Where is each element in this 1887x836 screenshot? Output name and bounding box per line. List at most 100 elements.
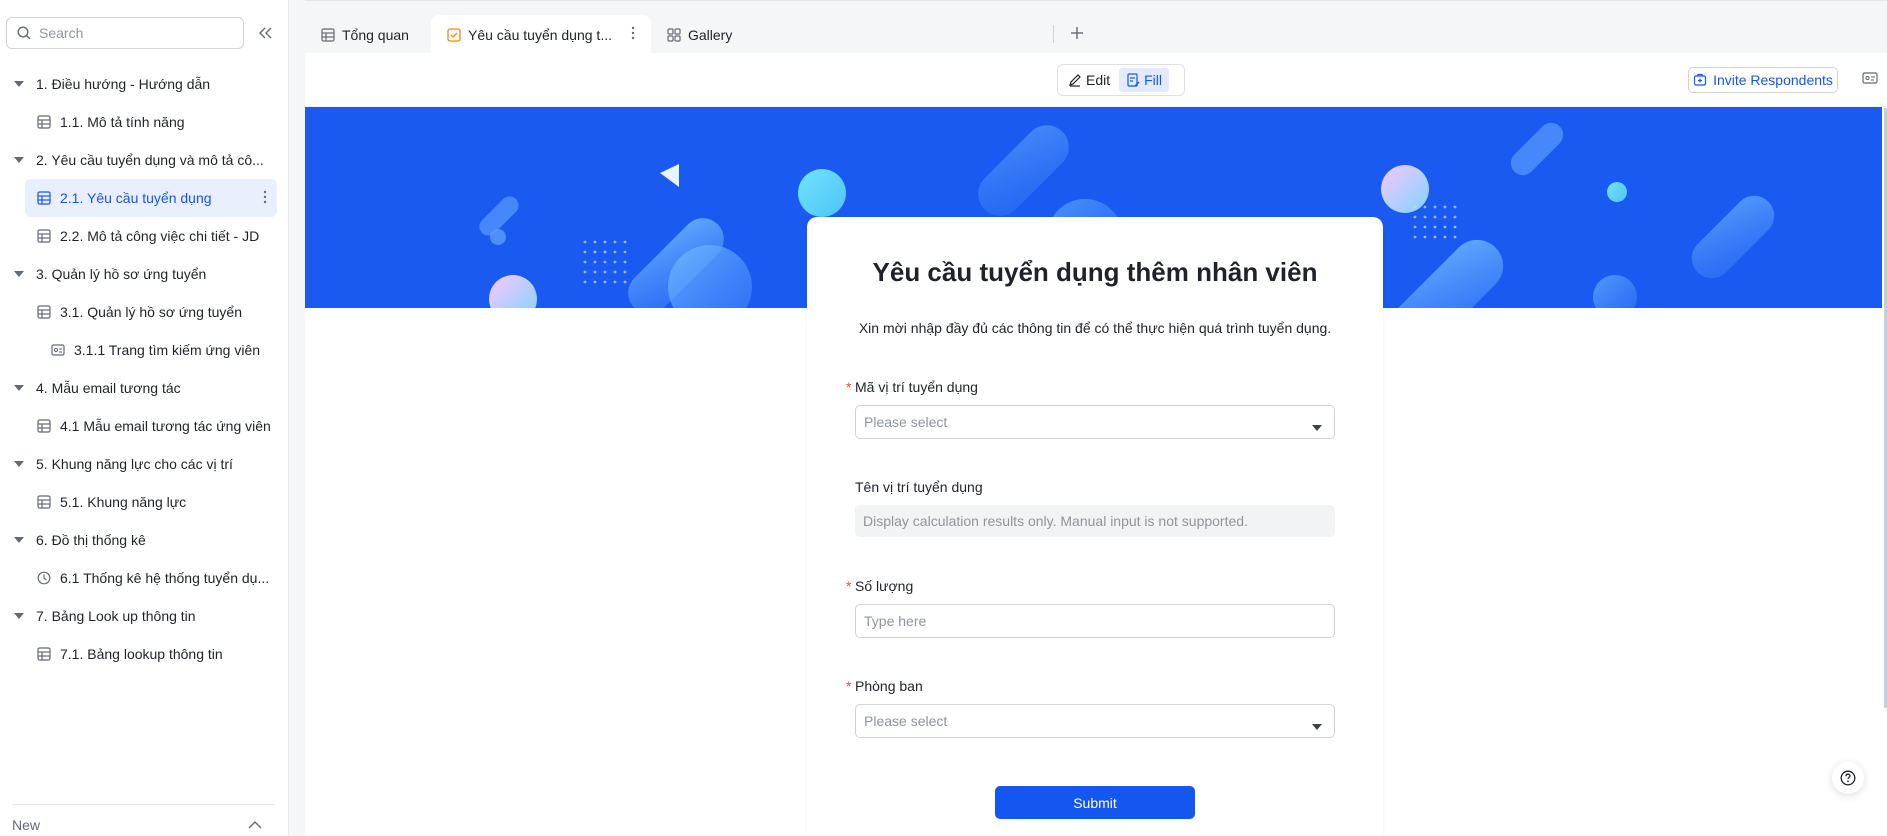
- tab-label: Yêu cầu tuyển dụng t...: [468, 26, 612, 43]
- mode-switch: Edit Fill: [1057, 64, 1185, 96]
- ten-vi-tri-readonly: Display calculation results only. Manual…: [855, 505, 1335, 537]
- table-icon: [37, 229, 51, 243]
- phong-ban-select[interactable]: Please select: [855, 704, 1335, 738]
- tree-item-label: 3.1.1 Trang tìm kiếm ứng viên: [74, 342, 261, 358]
- tab-yeu-cau-tuyen-dung[interactable]: Yêu cầu tuyển dụng t...: [431, 15, 651, 54]
- caret-down-icon[interactable]: [14, 461, 26, 467]
- tab-divider: [1053, 25, 1054, 43]
- caret-down-icon[interactable]: [14, 385, 26, 391]
- caret-down-icon[interactable]: [14, 613, 26, 619]
- tree-item-quan-ly-ho-so[interactable]: 3.1. Quản lý hồ sơ ứng tuyển: [0, 293, 289, 331]
- fill-label: Fill: [1144, 72, 1163, 88]
- edit-mode-button[interactable]: Edit: [1061, 68, 1117, 92]
- form-view: Edit Fill Invite Respondents Yêu cầu tuy…: [305, 53, 1887, 836]
- form-icon: [37, 191, 51, 205]
- table-icon: [37, 419, 51, 433]
- form-toolbar: Edit Fill Invite Respondents: [305, 53, 1887, 107]
- gallery-icon: [667, 27, 681, 42]
- navigation-tree: 1. Điều hướng - Hướng dẫn 1.1. Mô tả tín…: [0, 65, 289, 673]
- tree-item-label: 5.1. Khung năng lực: [60, 494, 187, 510]
- more-options-icon[interactable]: [263, 190, 267, 207]
- required-marker: *: [846, 678, 852, 694]
- tree-group-6[interactable]: 6. Đồ thị thống kê: [0, 521, 289, 559]
- invite-respondents-button[interactable]: Invite Respondents: [1688, 67, 1838, 93]
- form-card: Yêu cầu tuyển dụng thêm nhân viên Xin mờ…: [807, 217, 1383, 836]
- field-label-phong-ban: * Phòng ban: [846, 678, 923, 694]
- table-icon: [37, 647, 51, 661]
- fill-form-icon: [1127, 73, 1140, 87]
- tree-item-label: 2.2. Mô tả công việc chi tiết - JD: [60, 228, 260, 244]
- caret-down-icon[interactable]: [14, 537, 26, 543]
- field-label-ma-vi-tri: * Mã vị trí tuyển dụng: [846, 379, 978, 395]
- table-icon: [37, 305, 51, 319]
- so-luong-field[interactable]: [855, 604, 1335, 638]
- search-box[interactable]: [6, 17, 244, 49]
- sidebar: 1. Điều hướng - Hướng dẫn 1.1. Mô tả tín…: [0, 0, 289, 836]
- tab-more-icon[interactable]: [631, 26, 635, 43]
- tree-item-label: 5. Khung năng lực cho các vị trí: [36, 456, 233, 472]
- sidebar-new-section[interactable]: New: [12, 804, 274, 836]
- tab-gallery[interactable]: Gallery: [651, 15, 748, 54]
- required-marker: *: [846, 578, 852, 594]
- tree-item-mo-ta-tinh-nang[interactable]: 1.1. Mô tả tính năng: [0, 103, 289, 141]
- submit-button[interactable]: Submit: [995, 786, 1195, 819]
- tree-item-label: 2. Yêu cầu tuyển dụng và mô tả cô...: [36, 152, 264, 168]
- caret-down-icon: [1312, 418, 1322, 434]
- so-luong-input[interactable]: [864, 613, 1326, 629]
- tree-item-label: 6. Đồ thị thống kê: [36, 532, 146, 548]
- tree-group-3[interactable]: 3. Quản lý hồ sơ ứng tuyển: [0, 255, 289, 293]
- field-label-ten-vi-tri: Tên vị trí tuyển dụng: [855, 479, 983, 495]
- tree-item-label: 1.1. Mô tả tính năng: [60, 114, 185, 130]
- tree-item-mo-ta-cong-viec[interactable]: 2.2. Mô tả công việc chi tiết - JD: [0, 217, 289, 255]
- tree-item-label: 7. Bảng Look up thông tin: [36, 608, 196, 624]
- tab-bar: Tổng quan Yêu cầu tuyển dụng t... Galler…: [305, 0, 1887, 54]
- tree-item-label: 4. Mẫu email tương tác: [36, 380, 181, 396]
- new-label: New: [12, 816, 41, 833]
- form-check-icon: [447, 27, 461, 42]
- help-icon: [1840, 770, 1856, 786]
- table-icon: [37, 495, 51, 509]
- tree-item-label: 2.1. Yêu cầu tuyển dụng: [60, 190, 212, 206]
- tree-item-label: 3. Quản lý hồ sơ ứng tuyển: [36, 266, 207, 282]
- tree-item-label: 1. Điều hướng - Hướng dẫn: [36, 76, 211, 92]
- search-icon: [17, 26, 31, 40]
- tree-item-khung-nang-luc[interactable]: 5.1. Khung năng lực: [0, 483, 289, 521]
- tree-group-7[interactable]: 7. Bảng Look up thông tin: [0, 597, 289, 635]
- search-input[interactable]: [39, 25, 219, 41]
- fill-mode-button[interactable]: Fill: [1119, 68, 1170, 92]
- tree-item-trang-tim-kiem[interactable]: 3.1.1 Trang tìm kiếm ứng viên: [0, 331, 289, 369]
- tree-item-yeu-cau-tuyen-dung[interactable]: 2.1. Yêu cầu tuyển dụng: [25, 179, 277, 217]
- tree-item-thong-ke[interactable]: 6.1 Thống kê hệ thống tuyển dụ...: [0, 559, 289, 597]
- edit-label: Edit: [1086, 72, 1111, 88]
- tab-label: Tổng quan: [342, 26, 409, 43]
- ma-vi-tri-select[interactable]: Please select: [855, 405, 1335, 439]
- required-marker: *: [846, 379, 852, 395]
- add-view-icon[interactable]: [1067, 23, 1087, 43]
- tab-label: Gallery: [688, 26, 733, 43]
- help-button[interactable]: [1832, 762, 1864, 794]
- tree-group-1[interactable]: 1. Điều hướng - Hướng dẫn: [0, 65, 289, 103]
- select-placeholder: Please select: [864, 713, 948, 729]
- caret-down-icon: [1312, 717, 1322, 733]
- caret-down-icon[interactable]: [14, 271, 26, 277]
- collapse-sidebar-icon[interactable]: [257, 24, 275, 42]
- tree-group-4[interactable]: 4. Mẫu email tương tác: [0, 369, 289, 407]
- invite-label: Invite Respondents: [1713, 72, 1833, 88]
- tree-group-2[interactable]: 2. Yêu cầu tuyển dụng và mô tả cô...: [0, 141, 289, 179]
- tree-item-bang-lookup[interactable]: 7.1. Bảng lookup thông tin: [0, 635, 289, 673]
- table-icon: [37, 115, 51, 129]
- tree-group-5[interactable]: 5. Khung năng lực cho các vị trí: [0, 445, 289, 483]
- tab-tong-quan[interactable]: Tổng quan: [305, 15, 425, 54]
- grid-table-icon: [321, 27, 335, 42]
- dashboard-icon: [37, 571, 51, 585]
- readonly-hint: Display calculation results only. Manual…: [863, 513, 1248, 529]
- tree-item-label: 3.1. Quản lý hồ sơ ứng tuyển: [60, 304, 242, 320]
- caret-down-icon[interactable]: [14, 157, 26, 163]
- card-icon: [51, 343, 65, 357]
- chevron-up-icon[interactable]: [248, 820, 262, 829]
- form-settings-icon[interactable]: [1862, 71, 1880, 89]
- form-description: Xin mời nhập đầy đủ các thông tin để có …: [858, 320, 1332, 336]
- tree-item-mau-email[interactable]: 4.1 Mẫu email tương tác ứng viên: [0, 407, 289, 445]
- pencil-icon: [1069, 74, 1081, 87]
- caret-down-icon[interactable]: [14, 81, 26, 87]
